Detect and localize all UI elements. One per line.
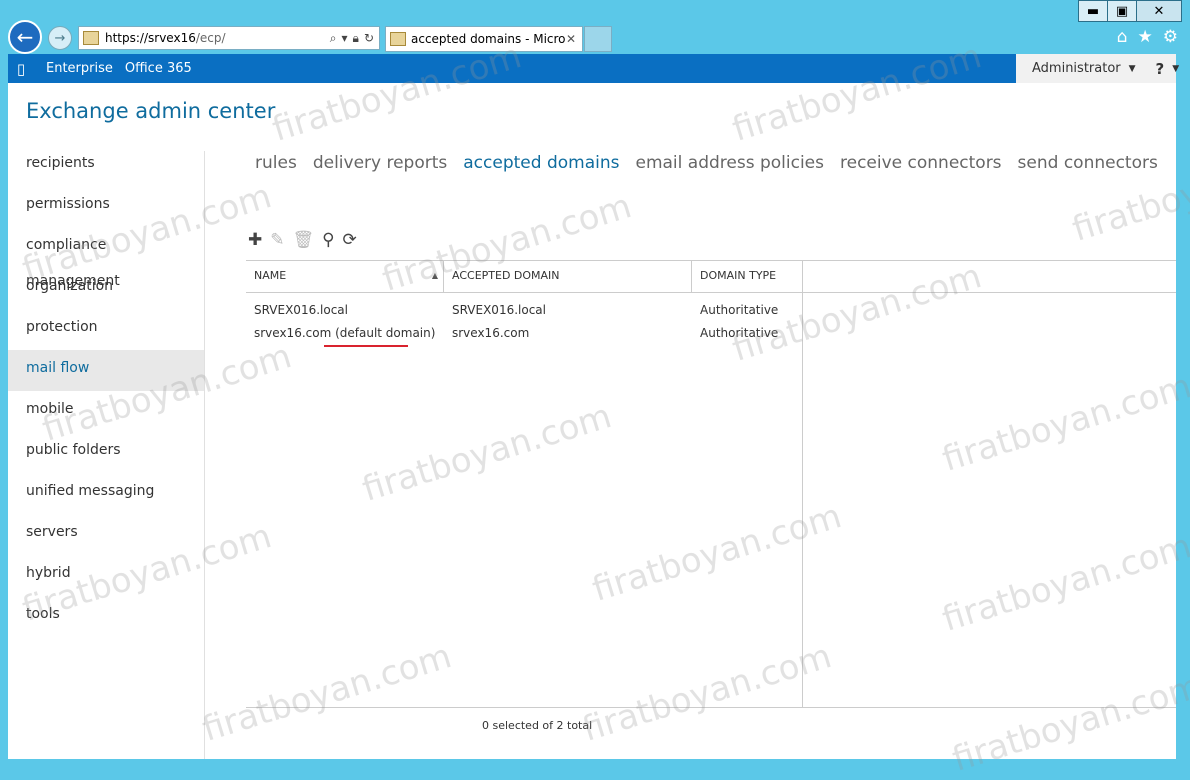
- nav-unified-messaging[interactable]: unified messaging: [8, 473, 204, 514]
- chevron-down-icon: ▼: [1128, 63, 1136, 74]
- url-host: https://srvex16: [105, 31, 196, 45]
- watermark: firatboyan.com: [937, 366, 1190, 480]
- grid-toolbar: ✚ ✎ 🗑︎ ⚲ ⟳: [248, 230, 357, 250]
- edit-icon[interactable]: ✎: [270, 230, 284, 250]
- cell-name: SRVEX016.local: [254, 303, 348, 317]
- details-pane-divider: [802, 291, 803, 708]
- tab-receive-connectors[interactable]: receive connectors: [840, 153, 1002, 173]
- tab-delivery-reports[interactable]: delivery reports: [313, 153, 447, 173]
- watermark: firatboyan.com: [357, 396, 617, 510]
- watermark: firatboyan.com: [197, 636, 457, 750]
- nav-public-folders[interactable]: public folders: [8, 432, 204, 473]
- user-name: Administrator: [1032, 61, 1121, 76]
- table-row[interactable]: srvex16.com (default domain) srvex16.com…: [246, 322, 1176, 345]
- refresh-icon[interactable]: ↻: [364, 31, 374, 45]
- url-text: https://srvex16/ecp/: [105, 31, 330, 45]
- left-nav: recipients permissions compliance manage…: [8, 145, 204, 637]
- page-icon: [390, 32, 406, 46]
- tab-rules[interactable]: rules: [255, 153, 297, 173]
- selection-status: 0 selected of 2 total: [482, 719, 593, 732]
- sort-ascending-icon: ▲: [431, 271, 438, 280]
- watermark: firatboyan.com: [947, 666, 1190, 780]
- watermark: firatboyan.com: [587, 496, 847, 610]
- add-icon[interactable]: ✚: [248, 230, 262, 250]
- dropdown-icon[interactable]: ▾: [342, 31, 348, 45]
- nav-divider: [204, 151, 205, 759]
- default-domain-underline: [324, 345, 408, 347]
- window-controls: ▬ ▣ ✕: [1078, 0, 1182, 22]
- tab-email-address-policies[interactable]: email address policies: [635, 153, 824, 173]
- browser-window: ▬ ▣ ✕ ← → https://srvex16/ecp/ ⌕ ▾ 🔒︎ ↻ …: [0, 0, 1190, 780]
- browser-toolbar-icons: ⌂ ★ ⚙: [1117, 27, 1178, 47]
- nav-recipients[interactable]: recipients: [8, 145, 204, 186]
- delete-icon[interactable]: 🗑︎: [293, 230, 315, 250]
- browser-tab[interactable]: accepted domains - Micros... ✕: [385, 26, 583, 52]
- new-tab-button[interactable]: [584, 26, 612, 52]
- footer-divider: [246, 707, 1176, 708]
- link-enterprise[interactable]: Enterprise: [46, 61, 113, 76]
- help-icon[interactable]: ?: [1156, 60, 1165, 78]
- arrow-right-icon: →: [54, 30, 66, 46]
- cell-domain-type: Authoritative: [700, 326, 779, 340]
- office-app-bar: ▯ Enterprise Office 365 Administrator ▼ …: [8, 54, 1180, 83]
- main-content: Exchange admin center recipients permiss…: [8, 36, 1190, 780]
- search-icon[interactable]: ⌕: [330, 31, 337, 46]
- nav-hybrid[interactable]: hybrid: [8, 555, 204, 596]
- page-icon: [83, 31, 99, 45]
- nav-tools[interactable]: tools: [8, 596, 204, 637]
- lock-icon[interactable]: 🔒︎: [353, 31, 359, 46]
- column-header-name[interactable]: NAME ▲: [246, 261, 444, 292]
- app-title: Exchange admin center: [26, 99, 276, 123]
- column-header-accepted-domain[interactable]: ACCEPTED DOMAIN: [444, 261, 692, 292]
- minimize-button[interactable]: ▬: [1078, 0, 1108, 22]
- nav-permissions[interactable]: permissions: [8, 186, 204, 227]
- user-menu[interactable]: Administrator ▼ ? ▼: [1016, 54, 1180, 83]
- tab-accepted-domains[interactable]: accepted domains: [463, 153, 619, 173]
- tab-title: accepted domains - Micros...: [411, 32, 566, 46]
- table-header: NAME ▲ ACCEPTED DOMAIN DOMAIN TYPE: [246, 260, 1176, 293]
- cell-accepted-domain: SRVEX016.local: [452, 303, 546, 317]
- cell-domain-type: Authoritative: [700, 303, 779, 317]
- address-bar[interactable]: https://srvex16/ecp/ ⌕ ▾ 🔒︎ ↻: [78, 26, 380, 50]
- nav-protection[interactable]: protection: [8, 309, 204, 350]
- arrow-left-icon: ←: [16, 25, 34, 49]
- table-row[interactable]: SRVEX016.local SRVEX016.local Authoritat…: [246, 299, 1176, 322]
- nav-mobile[interactable]: mobile: [8, 391, 204, 432]
- watermark: firatboyan.com: [937, 526, 1190, 640]
- gear-icon[interactable]: ⚙: [1163, 27, 1178, 47]
- search-icon[interactable]: ⚲: [322, 230, 334, 250]
- close-tab-icon[interactable]: ✕: [566, 32, 576, 46]
- link-office365[interactable]: Office 365: [125, 61, 192, 76]
- nav-organization[interactable]: organization: [8, 268, 204, 309]
- cell-accepted-domain: srvex16.com: [452, 326, 530, 340]
- column-header-domain-type[interactable]: DOMAIN TYPE: [692, 261, 803, 292]
- close-button[interactable]: ✕: [1136, 0, 1182, 22]
- header-label: NAME: [254, 269, 287, 282]
- refresh-icon[interactable]: ⟳: [343, 230, 357, 250]
- office-logo-icon[interactable]: ▯: [8, 54, 34, 83]
- url-path: /ecp/: [195, 31, 226, 45]
- nav-mail-flow[interactable]: mail flow: [8, 350, 204, 391]
- nav-compliance-management[interactable]: compliance management: [8, 227, 204, 289]
- cell-name: srvex16.com (default domain): [254, 326, 436, 340]
- tab-send-connectors[interactable]: send connectors: [1018, 153, 1158, 173]
- home-icon[interactable]: ⌂: [1117, 27, 1128, 47]
- forward-button[interactable]: →: [48, 26, 72, 50]
- nav-servers[interactable]: servers: [8, 514, 204, 555]
- chevron-down-icon: ▼: [1172, 63, 1180, 74]
- maximize-button[interactable]: ▣: [1107, 0, 1137, 22]
- accepted-domains-table: NAME ▲ ACCEPTED DOMAIN DOMAIN TYPE SRVEX0…: [246, 260, 1176, 345]
- star-icon[interactable]: ★: [1138, 27, 1153, 47]
- mail-flow-tabs: rules delivery reports accepted domains …: [255, 153, 1158, 173]
- back-button[interactable]: ←: [8, 20, 42, 54]
- watermark: firatboyan.com: [577, 636, 837, 750]
